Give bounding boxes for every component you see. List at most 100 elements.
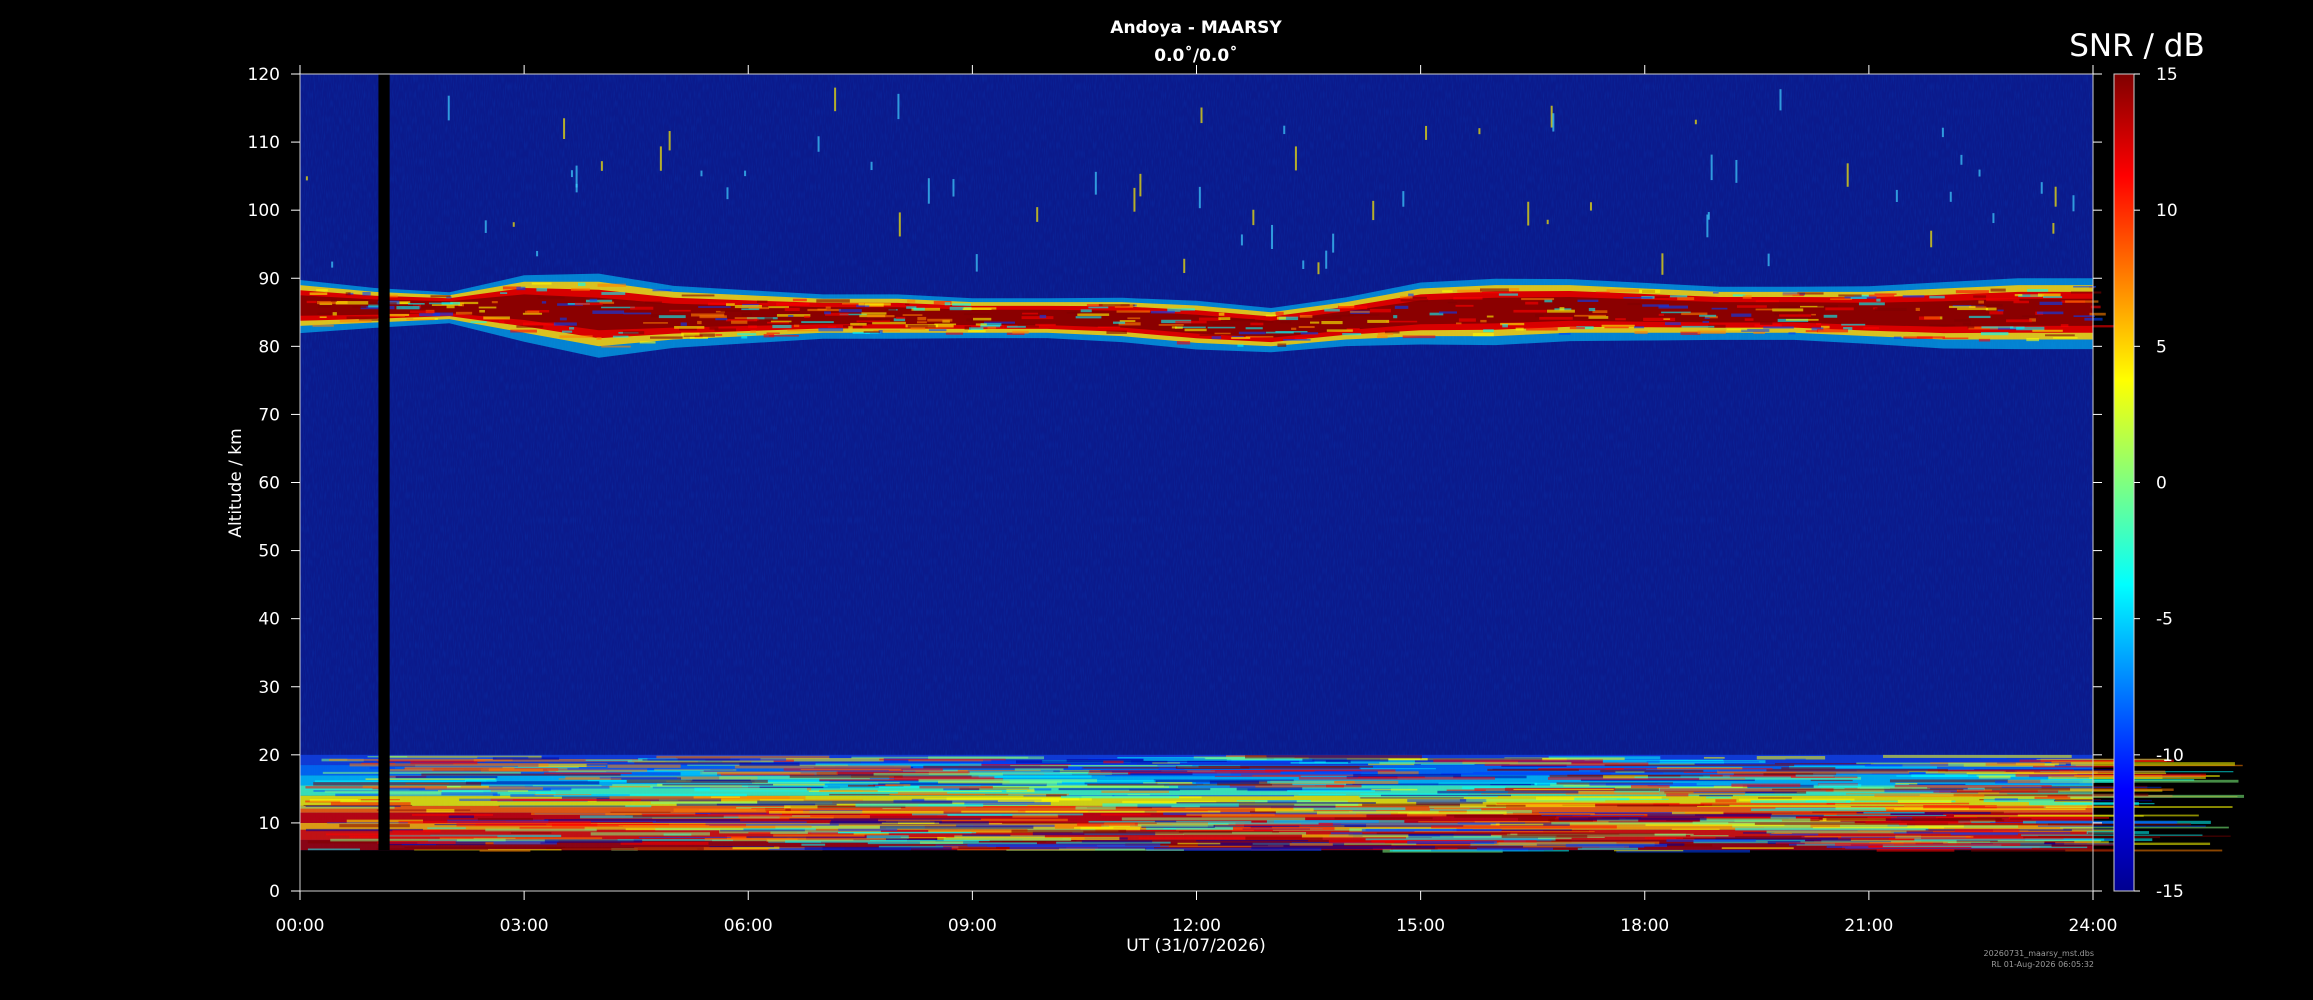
tropo-streak [962, 834, 1011, 837]
pmse-speck [2089, 312, 2106, 316]
pmse-speck [559, 317, 567, 321]
pmse-speck [1394, 305, 1409, 309]
tropo-streak [330, 802, 411, 806]
pmse-speck [562, 330, 573, 333]
pmse-speck [1569, 326, 1585, 330]
tropo-streak [2021, 834, 2203, 836]
meteor-fleck [1478, 128, 1481, 135]
pmse-speck [523, 322, 556, 326]
pmse-speck [1198, 317, 1221, 321]
tropo-streak [1676, 837, 1818, 840]
tropo-streak [1060, 795, 1180, 799]
tropo-streak [1196, 840, 1309, 842]
pmse-speck [1680, 331, 1701, 335]
pmse-speck [1212, 323, 1235, 326]
tropo-streak [1012, 814, 1059, 818]
pmse-speck [335, 301, 369, 305]
pmse-speck [421, 305, 436, 309]
meteor-fleck [1767, 253, 1770, 267]
colorbar-tick-label: 5 [2156, 337, 2167, 357]
tropo-streak [1240, 774, 1361, 776]
tropo-streak [395, 776, 498, 779]
meteor-fleck [726, 187, 729, 200]
pmse-speck [596, 337, 602, 340]
pmse-speck [804, 315, 810, 319]
pmse-speck [1967, 325, 1975, 329]
pmse-speck [734, 317, 758, 319]
pmse-speck [1479, 288, 1509, 292]
pmse-speck [816, 299, 850, 303]
tropo-streak [1360, 797, 1464, 799]
pmse-speck [1127, 317, 1141, 320]
pmse-speck [2073, 315, 2095, 318]
pmse-speck [1539, 316, 1573, 320]
pmse-speck [1825, 307, 1854, 311]
x-tick-label: 00:00 [276, 916, 325, 936]
tropo-streak [1897, 799, 1952, 803]
pmse-speck [1990, 288, 2006, 292]
pmse-speck [644, 301, 662, 304]
tropo-streak [1087, 783, 1273, 786]
tropo-streak [1178, 785, 1256, 789]
pmse-speck [1088, 306, 1109, 309]
chart-figure: 00:00 03:00 06:00 09:00 12:00 15:00 18:00 21:00… [0, 0, 2313, 1000]
pmse-speck [1973, 295, 1987, 298]
footer-timestamp: RL 01-Aug-2026 06:05:32 [1991, 960, 2094, 969]
meteor-fleck [447, 95, 450, 121]
pmse-speck [689, 336, 708, 339]
tropo-streak [625, 828, 744, 831]
tropo-streak [534, 794, 592, 796]
footer-filename: 20260731_maarsy_mst.dbs [1983, 949, 2094, 958]
pmse-speck [516, 325, 544, 328]
x-tick-label: 21:00 [1844, 916, 1893, 936]
tropo-streak [2001, 786, 2162, 788]
tropo-streak [1818, 784, 1862, 788]
tropo-streak [1058, 788, 1211, 791]
tropo-streak [716, 803, 837, 806]
tropo-streak [957, 849, 1095, 851]
pmse-speck [362, 291, 371, 296]
no-data-region [300, 850, 2093, 891]
pmse-speck [1039, 314, 1047, 319]
tropo-streak [1614, 849, 1684, 852]
pmse-speck [1458, 318, 1476, 322]
pmse-speck [1811, 313, 1816, 316]
pmse-speck [1957, 307, 1989, 311]
tropo-streak [309, 798, 361, 802]
pmse-speck [1176, 341, 1191, 345]
tropo-streak [784, 805, 818, 809]
y-tick-label: 60 [258, 474, 280, 494]
tropo-streak [1105, 775, 1253, 777]
y-tick-label: 90 [258, 269, 280, 289]
tropo-streak [544, 839, 643, 843]
pmse-speck [1955, 290, 1989, 294]
pmse-speck [1447, 301, 1458, 304]
pmse-speck [1788, 332, 1796, 335]
x-tick-label: 15:00 [1396, 916, 1445, 936]
tropo-streak [1418, 821, 1550, 823]
pmse-speck [807, 308, 841, 312]
tropo-streak [700, 771, 838, 775]
meteor-fleck [2040, 182, 2043, 194]
tropo-streak [305, 788, 373, 790]
tropo-streak [1894, 808, 2086, 811]
meteor-fleck [1710, 154, 1713, 181]
tropo-streak [1812, 826, 1945, 829]
tropo-streak [1407, 840, 1497, 844]
tropo-streak [1666, 793, 1689, 797]
tropo-streak [1287, 789, 1376, 792]
pmse-speck [428, 302, 453, 305]
pmse-speck [1902, 295, 1925, 298]
pmse-speck [905, 303, 910, 306]
tropo-streak [1101, 790, 1170, 793]
pmse-speck [1298, 326, 1315, 329]
pmse-speck [1199, 334, 1221, 336]
pmse-speck [1841, 323, 1866, 326]
tropo-streak [1699, 794, 1733, 797]
pmse-speck [1816, 323, 1822, 326]
meteor-fleck [563, 118, 566, 140]
tropo-streak [404, 766, 515, 770]
tropo-streak [1889, 779, 2009, 783]
meteor-fleck [1552, 113, 1555, 132]
pmse-speck [470, 321, 487, 323]
